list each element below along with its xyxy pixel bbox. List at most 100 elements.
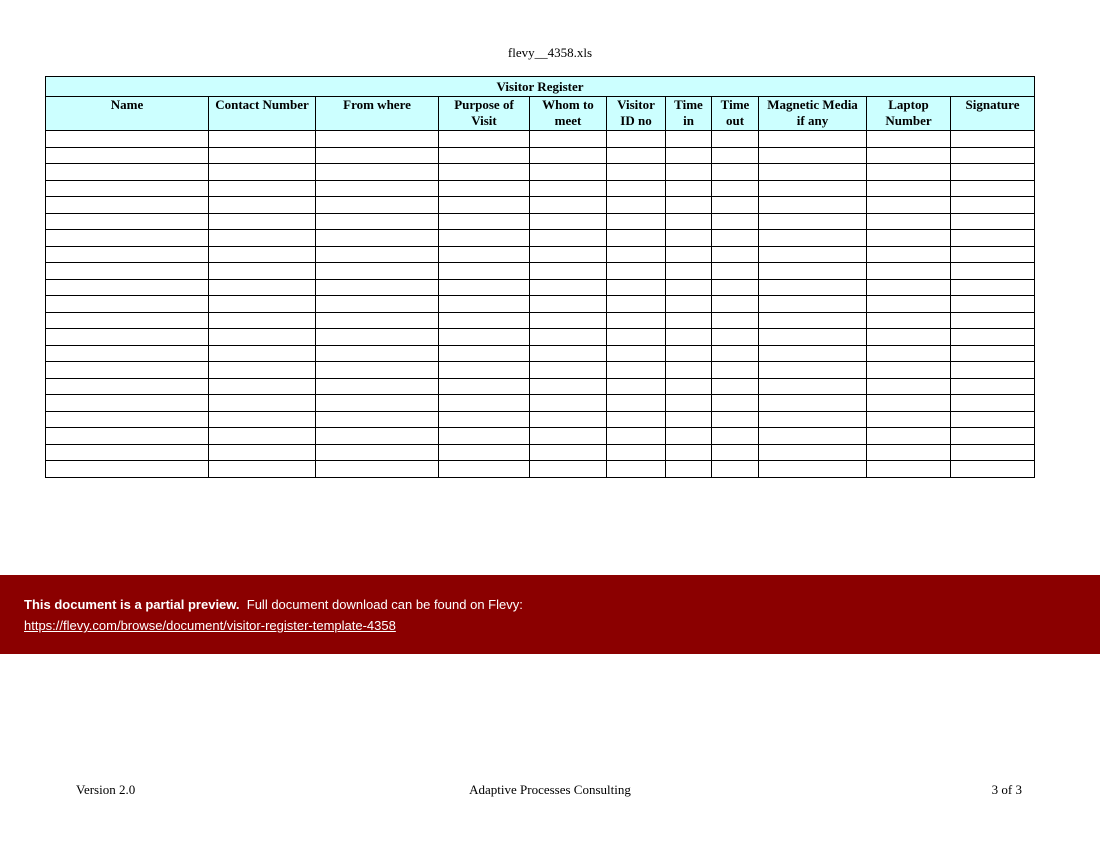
table-cell[interactable] (438, 328, 530, 346)
table-cell[interactable] (529, 460, 607, 478)
table-cell[interactable] (315, 212, 439, 230)
table-cell[interactable] (208, 179, 316, 197)
table-cell[interactable] (758, 443, 867, 461)
table-cell[interactable] (758, 229, 867, 247)
table-cell[interactable] (665, 278, 712, 296)
table-cell[interactable] (208, 295, 316, 313)
table-cell[interactable] (665, 328, 712, 346)
table-cell[interactable] (45, 179, 209, 197)
table-cell[interactable] (529, 328, 607, 346)
table-cell[interactable] (866, 163, 951, 181)
table-cell[interactable] (665, 361, 712, 379)
table-cell[interactable] (45, 344, 209, 362)
table-cell[interactable] (606, 394, 666, 412)
table-cell[interactable] (665, 311, 712, 329)
table-cell[interactable] (758, 460, 867, 478)
table-cell[interactable] (315, 394, 439, 412)
table-cell[interactable] (438, 460, 530, 478)
table-cell[interactable] (866, 146, 951, 164)
table-cell[interactable] (45, 262, 209, 280)
table-cell[interactable] (949, 245, 1036, 263)
table-cell[interactable] (208, 130, 316, 148)
table-cell[interactable] (665, 394, 712, 412)
table-cell[interactable] (315, 262, 439, 280)
table-cell[interactable] (208, 410, 316, 428)
table-cell[interactable] (866, 361, 951, 379)
table-cell[interactable] (866, 377, 951, 395)
table-cell[interactable] (758, 427, 867, 445)
table-cell[interactable] (758, 361, 867, 379)
table-cell[interactable] (606, 443, 666, 461)
table-cell[interactable] (711, 460, 759, 478)
table-cell[interactable] (758, 179, 867, 197)
table-cell[interactable] (606, 196, 666, 214)
table-cell[interactable] (315, 311, 439, 329)
table-cell[interactable] (711, 427, 759, 445)
table-cell[interactable] (758, 344, 867, 362)
table-cell[interactable] (711, 212, 759, 230)
table-cell[interactable] (711, 262, 759, 280)
table-cell[interactable] (758, 394, 867, 412)
table-cell[interactable] (866, 212, 951, 230)
table-cell[interactable] (665, 130, 712, 148)
table-cell[interactable] (529, 394, 607, 412)
table-cell[interactable] (315, 179, 439, 197)
table-cell[interactable] (315, 196, 439, 214)
table-cell[interactable] (665, 212, 712, 230)
table-cell[interactable] (529, 229, 607, 247)
table-cell[interactable] (208, 163, 316, 181)
table-cell[interactable] (45, 146, 209, 164)
table-cell[interactable] (711, 311, 759, 329)
table-cell[interactable] (606, 146, 666, 164)
table-cell[interactable] (711, 377, 759, 395)
table-cell[interactable] (208, 361, 316, 379)
table-cell[interactable] (711, 443, 759, 461)
table-cell[interactable] (208, 212, 316, 230)
table-cell[interactable] (529, 163, 607, 181)
table-cell[interactable] (208, 427, 316, 445)
table-cell[interactable] (45, 427, 209, 445)
table-cell[interactable] (438, 196, 530, 214)
table-cell[interactable] (315, 377, 439, 395)
table-cell[interactable] (208, 311, 316, 329)
table-cell[interactable] (949, 229, 1036, 247)
table-cell[interactable] (665, 146, 712, 164)
table-cell[interactable] (665, 443, 712, 461)
table-cell[interactable] (665, 245, 712, 263)
table-cell[interactable] (315, 427, 439, 445)
table-cell[interactable] (45, 278, 209, 296)
table-cell[interactable] (711, 146, 759, 164)
table-cell[interactable] (949, 377, 1036, 395)
table-cell[interactable] (315, 361, 439, 379)
table-cell[interactable] (208, 328, 316, 346)
table-cell[interactable] (758, 377, 867, 395)
table-cell[interactable] (529, 245, 607, 263)
table-cell[interactable] (208, 344, 316, 362)
table-cell[interactable] (529, 295, 607, 313)
table-cell[interactable] (949, 262, 1036, 280)
table-cell[interactable] (529, 179, 607, 197)
table-cell[interactable] (866, 328, 951, 346)
table-cell[interactable] (606, 229, 666, 247)
table-cell[interactable] (438, 443, 530, 461)
table-cell[interactable] (949, 443, 1036, 461)
table-cell[interactable] (45, 130, 209, 148)
table-cell[interactable] (949, 311, 1036, 329)
table-cell[interactable] (45, 245, 209, 263)
table-cell[interactable] (949, 196, 1036, 214)
table-cell[interactable] (208, 146, 316, 164)
table-cell[interactable] (949, 146, 1036, 164)
table-cell[interactable] (208, 262, 316, 280)
table-cell[interactable] (438, 344, 530, 362)
table-cell[interactable] (866, 245, 951, 263)
table-cell[interactable] (711, 344, 759, 362)
table-cell[interactable] (866, 229, 951, 247)
table-cell[interactable] (949, 278, 1036, 296)
table-cell[interactable] (438, 146, 530, 164)
table-cell[interactable] (758, 295, 867, 313)
table-cell[interactable] (529, 212, 607, 230)
table-cell[interactable] (866, 179, 951, 197)
table-cell[interactable] (606, 212, 666, 230)
table-cell[interactable] (606, 179, 666, 197)
table-cell[interactable] (606, 163, 666, 181)
